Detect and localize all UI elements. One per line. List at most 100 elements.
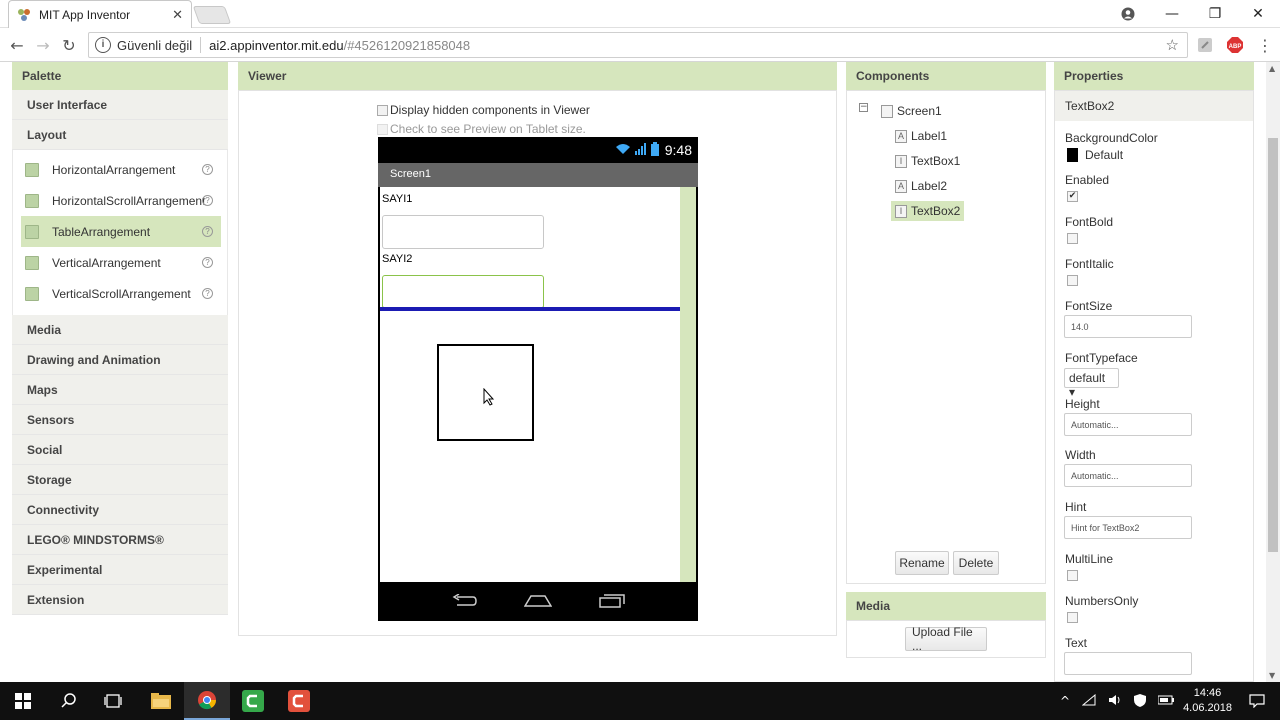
checkbox-box[interactable] (377, 123, 388, 135)
battery-tray-icon[interactable] (1157, 694, 1175, 710)
palette-item-tablearrangement[interactable]: TableArrangement? (21, 216, 221, 247)
display-hidden-checkbox[interactable]: Display hidden components in Viewer (377, 103, 590, 117)
fontitalic-checkbox[interactable] (1067, 275, 1078, 286)
delete-button[interactable]: Delete (953, 551, 999, 575)
profile-icon[interactable] (1106, 0, 1150, 28)
chevron-up-icon[interactable]: ^ (1060, 694, 1070, 710)
phone-scrollbar[interactable] (680, 187, 696, 582)
component-node-textbox2[interactable]: I TextBox2 (891, 201, 965, 221)
home-nav-icon[interactable] (523, 594, 553, 611)
components-title: Components (846, 62, 1046, 90)
palette-category[interactable]: Maps (12, 375, 228, 405)
palette-category[interactable]: Storage (12, 465, 228, 495)
scrollbar-thumb[interactable] (1268, 138, 1278, 552)
browser-tab[interactable]: MIT App Inventor ✕ (8, 0, 192, 28)
layout-component-icon (25, 286, 39, 301)
new-tab-button[interactable] (192, 6, 232, 24)
palette-item-horizontalscrollarrangement[interactable]: HorizontalScrollArrangement? (21, 185, 221, 216)
help-icon[interactable]: ? (202, 288, 213, 299)
scroll-up-icon[interactable]: ▲ (1269, 64, 1275, 73)
back-nav-icon[interactable] (451, 593, 478, 611)
palette-category[interactable]: User Interface (12, 90, 228, 120)
component-node-screen1[interactable]: Screen1 (877, 101, 946, 121)
task-view-icon[interactable] (90, 682, 136, 720)
display-hidden-label: Display hidden components in Viewer (390, 103, 590, 117)
adblock-icon[interactable]: ABP (1224, 34, 1246, 56)
prop-label: MultiLine (1065, 552, 1114, 566)
textbox2[interactable] (382, 275, 544, 309)
fontbold-checkbox[interactable] (1067, 233, 1078, 244)
palette-category[interactable]: Extension (12, 585, 228, 615)
component-node-label2[interactable]: A Label2 (891, 176, 951, 196)
palette-item-verticalscrollarrangement[interactable]: VerticalScrollArrangement? (21, 278, 221, 309)
search-icon[interactable] (46, 682, 92, 720)
checkbox-box[interactable] (377, 104, 388, 116)
fonttypeface-select[interactable]: default ▾ (1064, 368, 1119, 399)
help-icon[interactable]: ? (202, 164, 213, 175)
enabled-checkbox[interactable]: ✔ (1067, 191, 1078, 202)
component-node-label: TextBox2 (911, 204, 961, 218)
help-icon[interactable]: ? (202, 257, 213, 268)
reload-icon[interactable]: ↻ (58, 34, 80, 56)
help-icon[interactable]: ? (202, 195, 213, 206)
windows-start-icon[interactable] (0, 682, 46, 720)
scroll-down-icon[interactable]: ▼ (1269, 671, 1275, 680)
network-icon[interactable] (1081, 693, 1096, 710)
camtasia-green-icon[interactable] (230, 682, 276, 720)
phone-preview: 9:48 Screen1 SAYI1 SAYI2 (378, 137, 698, 621)
restore-icon[interactable]: ❐ (1193, 0, 1237, 28)
palette-category[interactable]: Drawing and Animation (12, 345, 228, 375)
security-shield-icon[interactable] (1134, 694, 1147, 710)
extension-icon[interactable] (1194, 34, 1216, 56)
forward-icon[interactable]: → (32, 34, 54, 56)
width-input[interactable]: Automatic... (1064, 464, 1192, 487)
component-node-label1[interactable]: A Label1 (891, 126, 951, 146)
upload-file-button[interactable]: Upload File ... (905, 625, 987, 653)
tablet-preview-checkbox[interactable]: Check to see Preview on Tablet size. (377, 122, 586, 136)
text-input[interactable] (1064, 652, 1192, 675)
volume-icon[interactable] (1108, 694, 1122, 710)
menu-icon[interactable]: ⋮ (1254, 34, 1276, 56)
palette-item-verticalarrangement[interactable]: VerticalArrangement? (21, 247, 221, 278)
info-icon[interactable]: i (95, 37, 111, 53)
height-input[interactable]: Automatic... (1064, 413, 1192, 436)
chrome-icon[interactable] (184, 682, 230, 720)
palette-category[interactable]: Connectivity (12, 495, 228, 525)
recents-nav-icon[interactable] (598, 594, 625, 611)
label2[interactable]: SAYI2 (382, 253, 412, 265)
camtasia-red-icon[interactable] (276, 682, 322, 720)
back-icon[interactable]: ← (6, 34, 28, 56)
address-bar[interactable]: i Güvenli değil ai2.appinventor.mit.edu … (88, 32, 1188, 58)
background-color-value[interactable]: Default (1085, 148, 1123, 162)
palette-category[interactable]: Layout (12, 120, 228, 150)
prop-label: Enabled (1065, 173, 1110, 187)
bookmark-star-icon[interactable]: ☆ (1166, 36, 1179, 54)
numbersonly-checkbox[interactable] (1067, 612, 1078, 623)
screen-title-bar: Screen1 (378, 163, 698, 187)
taskbar-clock[interactable]: 14:46 4.06.2018 (1183, 686, 1232, 716)
palette-category[interactable]: Media (12, 315, 228, 345)
close-window-icon[interactable]: ✕ (1236, 0, 1280, 28)
label1[interactable]: SAYI1 (382, 193, 412, 205)
page-scrollbar[interactable]: ▲ ▼ (1266, 62, 1280, 682)
table-arrangement-drag-preview[interactable] (437, 344, 534, 441)
collapse-icon[interactable]: − (859, 103, 868, 112)
hint-input[interactable]: Hint for TextBox2 (1064, 516, 1192, 539)
help-icon[interactable]: ? (202, 226, 213, 237)
palette-category[interactable]: Experimental (12, 555, 228, 585)
close-tab-icon[interactable]: ✕ (172, 7, 183, 23)
textbox1[interactable] (382, 215, 544, 249)
palette-category[interactable]: LEGO® MINDSTORMS® (12, 525, 228, 555)
color-swatch[interactable] (1067, 148, 1078, 162)
multiline-checkbox[interactable] (1067, 570, 1078, 581)
palette-category[interactable]: Social (12, 435, 228, 465)
component-node-label: TextBox1 (911, 154, 961, 168)
palette-item-horizontalarrangement[interactable]: HorizontalArrangement? (21, 154, 221, 185)
minimize-icon[interactable]: — (1150, 0, 1194, 28)
rename-button[interactable]: Rename (895, 551, 949, 575)
fontsize-input[interactable]: 14.0 (1064, 315, 1192, 338)
file-explorer-icon[interactable] (138, 682, 184, 720)
palette-category[interactable]: Sensors (12, 405, 228, 435)
notifications-icon[interactable] (1234, 682, 1280, 720)
component-node-textbox1[interactable]: I TextBox1 (891, 151, 964, 171)
